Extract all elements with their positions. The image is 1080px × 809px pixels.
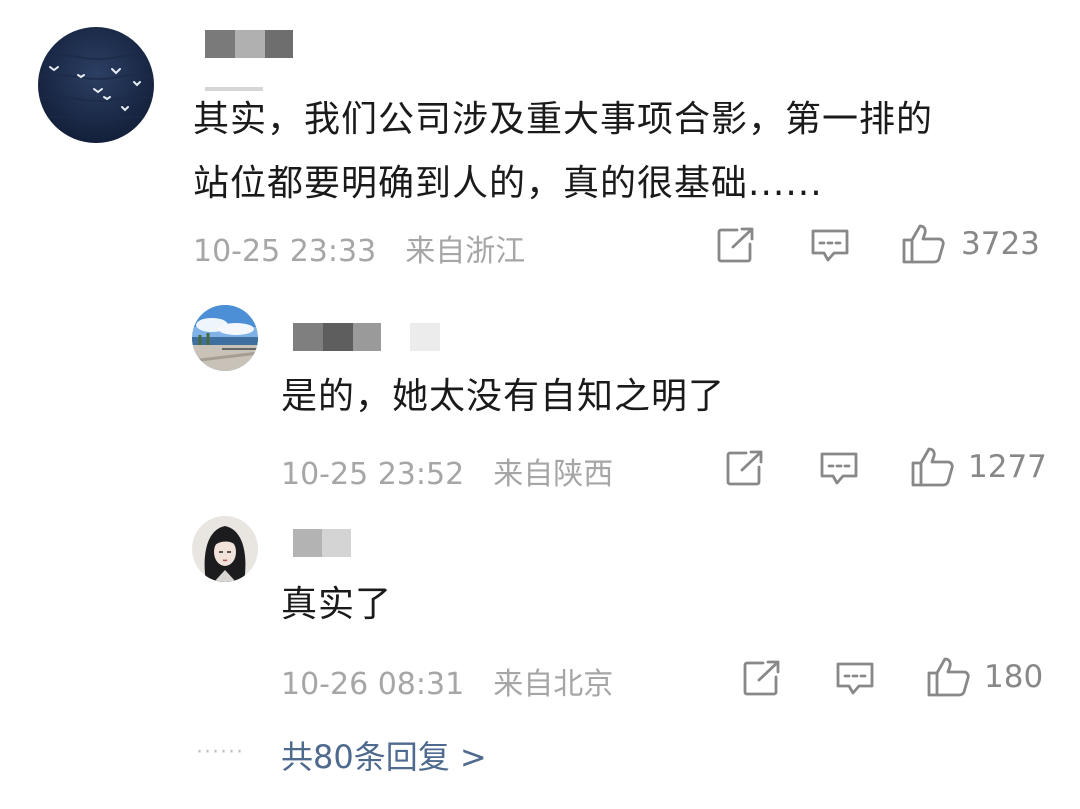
- view-replies-link[interactable]: 共80条回复 >: [281, 732, 487, 778]
- timestamp: 10-25 23:52: [281, 457, 465, 492]
- avatar[interactable]: [192, 305, 258, 371]
- comment-icon: [811, 229, 849, 262]
- comment-meta: 10-25 23:33 来自浙江: [193, 226, 525, 270]
- location: 来自浙江: [405, 234, 526, 269]
- like-button[interactable]: 3723: [901, 223, 1040, 265]
- like-button[interactable]: 1277: [910, 446, 1047, 488]
- comment-button[interactable]: [835, 661, 875, 697]
- avatar[interactable]: [38, 27, 154, 143]
- username-redacted: [293, 323, 381, 351]
- avatar[interactable]: [192, 516, 258, 582]
- comment-text: 是的，她太没有自知之明了: [281, 376, 726, 417]
- share-icon: [717, 227, 754, 263]
- comment-icon: [820, 452, 858, 485]
- share-button[interactable]: [717, 227, 755, 263]
- share-button[interactable]: [726, 450, 764, 486]
- share-button[interactable]: [743, 660, 781, 696]
- comment-button[interactable]: [819, 451, 859, 487]
- comment-icon: [836, 662, 874, 695]
- timestamp: 10-26 08:31: [281, 667, 465, 702]
- comment-text: 其实，我们公司涉及重大事项合影，第一排的 站位都要明确到人的，真的很基础....…: [193, 99, 934, 204]
- comment-text: 真实了: [281, 584, 393, 625]
- like-count: 180: [984, 659, 1044, 695]
- share-icon: [726, 450, 763, 486]
- location: 来自陕西: [493, 457, 614, 492]
- like-count: 3723: [961, 226, 1040, 262]
- like-button[interactable]: 180: [926, 656, 1043, 698]
- like-icon: [927, 657, 970, 697]
- username-redacted: [205, 30, 293, 58]
- username-redacted: [293, 529, 351, 557]
- like-count: 1277: [968, 449, 1047, 485]
- view-replies-label: 共80条回复 >: [281, 738, 487, 776]
- timestamp: 10-25 23:33: [193, 234, 377, 269]
- like-icon: [911, 447, 954, 487]
- comment-button[interactable]: [810, 228, 850, 264]
- location: 来自北京: [493, 667, 614, 702]
- replies-divider: ······: [196, 740, 244, 765]
- badge-redacted: [410, 323, 440, 351]
- comment-meta: 10-25 23:52 来自陕西: [281, 449, 613, 493]
- like-icon: [902, 224, 945, 264]
- comment-meta: 10-26 08:31 来自北京: [281, 659, 613, 703]
- share-icon: [743, 660, 780, 696]
